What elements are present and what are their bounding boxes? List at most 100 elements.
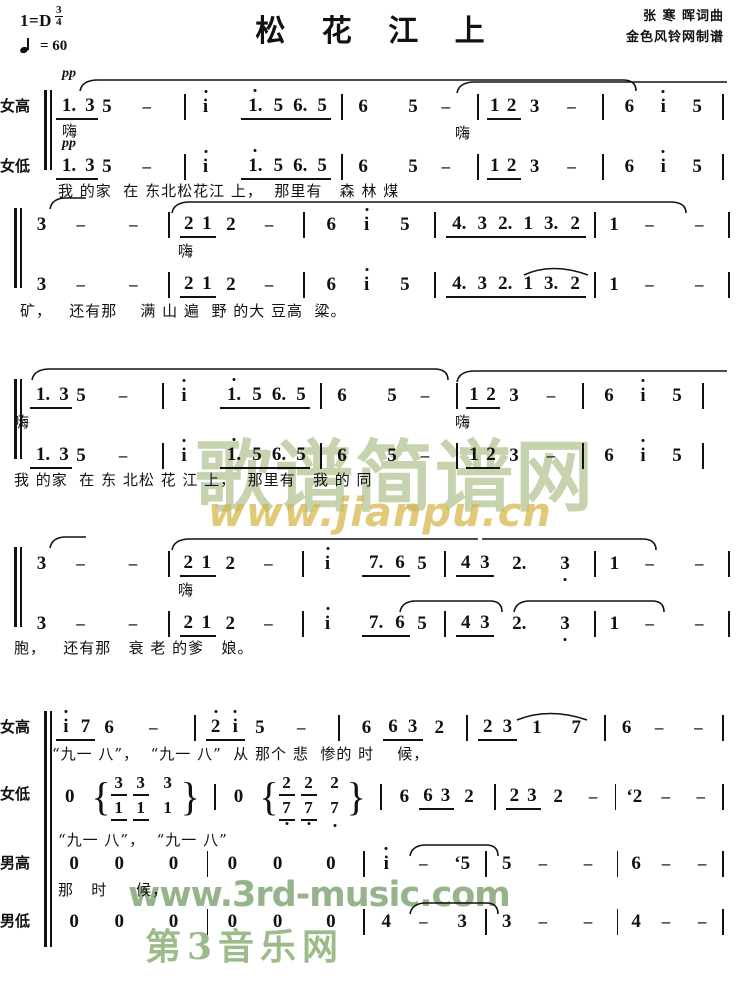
staff-tenor-5: 0 0 0 0 0 0 i – ʻ5 5 – – 6 – –: [44, 847, 724, 881]
barline: [702, 383, 704, 409]
note: 5: [408, 96, 418, 117]
note: 1: [609, 553, 620, 574]
staff-soprano-2: 3 – – 2 1 2 – 6 i 5 4. 3 2. 1 3. 2 1 – –: [30, 208, 730, 242]
note: 2.: [491, 273, 519, 298]
note: 6: [326, 214, 336, 235]
note: 3: [132, 773, 149, 796]
note: 1: [518, 213, 538, 238]
note: 5: [417, 553, 427, 574]
note: 2: [482, 444, 500, 469]
note: 3: [497, 716, 518, 741]
note: 4: [456, 552, 476, 577]
note: 1: [609, 274, 619, 295]
chord-stack: { 3 3 3 1 1 1 }: [91, 773, 200, 821]
note: 7: [300, 798, 317, 821]
note: 3.: [537, 273, 565, 298]
barline: [465, 715, 468, 741]
note-dash: –: [118, 446, 128, 465]
note: 5: [408, 156, 418, 177]
barline: [168, 272, 171, 298]
note-dash: –: [76, 554, 85, 573]
note: 5: [672, 385, 682, 406]
note-dash: –: [645, 554, 654, 573]
staff-soprano-3: 1. 3 5 – i 1. 5 6. 5 6 5 – 1 2 3 – 6 i 5: [30, 379, 730, 413]
note: 2: [477, 716, 498, 741]
lyrics-tenor-5: 那 时 候，: [58, 881, 169, 899]
note: 5: [248, 384, 266, 409]
note-dash: –: [419, 854, 428, 873]
note: 2: [330, 773, 339, 792]
note: 1: [196, 552, 216, 577]
note: 3: [56, 444, 72, 469]
barline: [602, 154, 605, 180]
note: i: [314, 613, 341, 635]
barline: [456, 383, 458, 409]
note-dash: –: [697, 912, 707, 931]
barline: [337, 715, 340, 741]
note-dash: –: [695, 614, 704, 633]
note-dash: –: [694, 275, 704, 294]
barline: [702, 443, 704, 469]
note: 3: [163, 773, 172, 792]
barline: [582, 443, 584, 469]
note: 2: [225, 553, 236, 574]
note: 1: [163, 798, 172, 817]
note: ʻ5: [454, 853, 471, 874]
barline: [206, 851, 209, 877]
note-dash: –: [142, 97, 151, 116]
note-dash: –: [129, 215, 138, 234]
note: 3: [36, 553, 47, 574]
note: 4.: [445, 273, 473, 298]
lyrics-system-3: 我 的家 在 东 北松 花 江 上， 那里有 我 的 同: [14, 471, 373, 489]
note: 1.: [220, 444, 248, 469]
note: 1: [196, 612, 216, 637]
lyrics-system-4: 胞， 还有那 衰 老 的爹 娘。: [14, 639, 254, 657]
note: 0: [114, 853, 124, 874]
note: 1: [609, 214, 619, 235]
system-2: 3 – – 2 1 2 – 6 i 5 4. 3 2. 1 3. 2 1 – –…: [0, 192, 740, 367]
note: 5: [400, 214, 410, 235]
barline: [168, 212, 171, 238]
note: 5: [400, 274, 410, 295]
note: 5: [102, 156, 112, 177]
barline: [379, 784, 382, 810]
note: 5: [269, 95, 288, 120]
staff-alto-2: 3 – – 2 1 2 – 6 i 5 4. 3 2. 1 3. 2 1 – –: [30, 268, 730, 302]
note: 0: [227, 911, 238, 932]
note: 2: [502, 95, 521, 120]
note: 7: [571, 717, 581, 738]
brace-right: }: [180, 774, 200, 819]
note: 0: [272, 911, 283, 932]
barline: [485, 909, 488, 935]
note-dash: –: [654, 718, 664, 737]
note-dash: –: [441, 97, 451, 116]
sheet-music-page: 1=D 3 4 = 60 松 花 江 上 张 寒 晖词曲 金色风铃网制谱 歌谱简谱网…: [0, 0, 740, 1004]
note: 6: [358, 96, 368, 117]
note-dash: –: [588, 787, 598, 806]
note: 4.: [445, 213, 473, 238]
note: 5: [692, 96, 702, 117]
note: 5: [387, 385, 397, 406]
note: 6.: [287, 155, 314, 180]
barline: [493, 784, 496, 810]
note-dash: –: [567, 97, 576, 116]
note: 3: [36, 274, 47, 295]
barline: [593, 272, 596, 298]
note: i: [646, 96, 680, 118]
note: 6: [604, 445, 614, 466]
barline: [722, 784, 724, 810]
note: 6: [361, 717, 372, 738]
note: 5: [76, 385, 86, 406]
note: i: [196, 156, 216, 178]
note: 3: [472, 213, 492, 238]
note: 0: [326, 911, 336, 932]
note: i: [646, 156, 680, 178]
barline: [456, 443, 458, 469]
note: 2: [464, 786, 474, 807]
note-dash: –: [661, 854, 671, 873]
note: 6: [326, 274, 336, 295]
barline: [722, 154, 725, 180]
note: 2: [564, 273, 586, 298]
barline: [602, 94, 605, 120]
note: 2: [205, 716, 226, 741]
